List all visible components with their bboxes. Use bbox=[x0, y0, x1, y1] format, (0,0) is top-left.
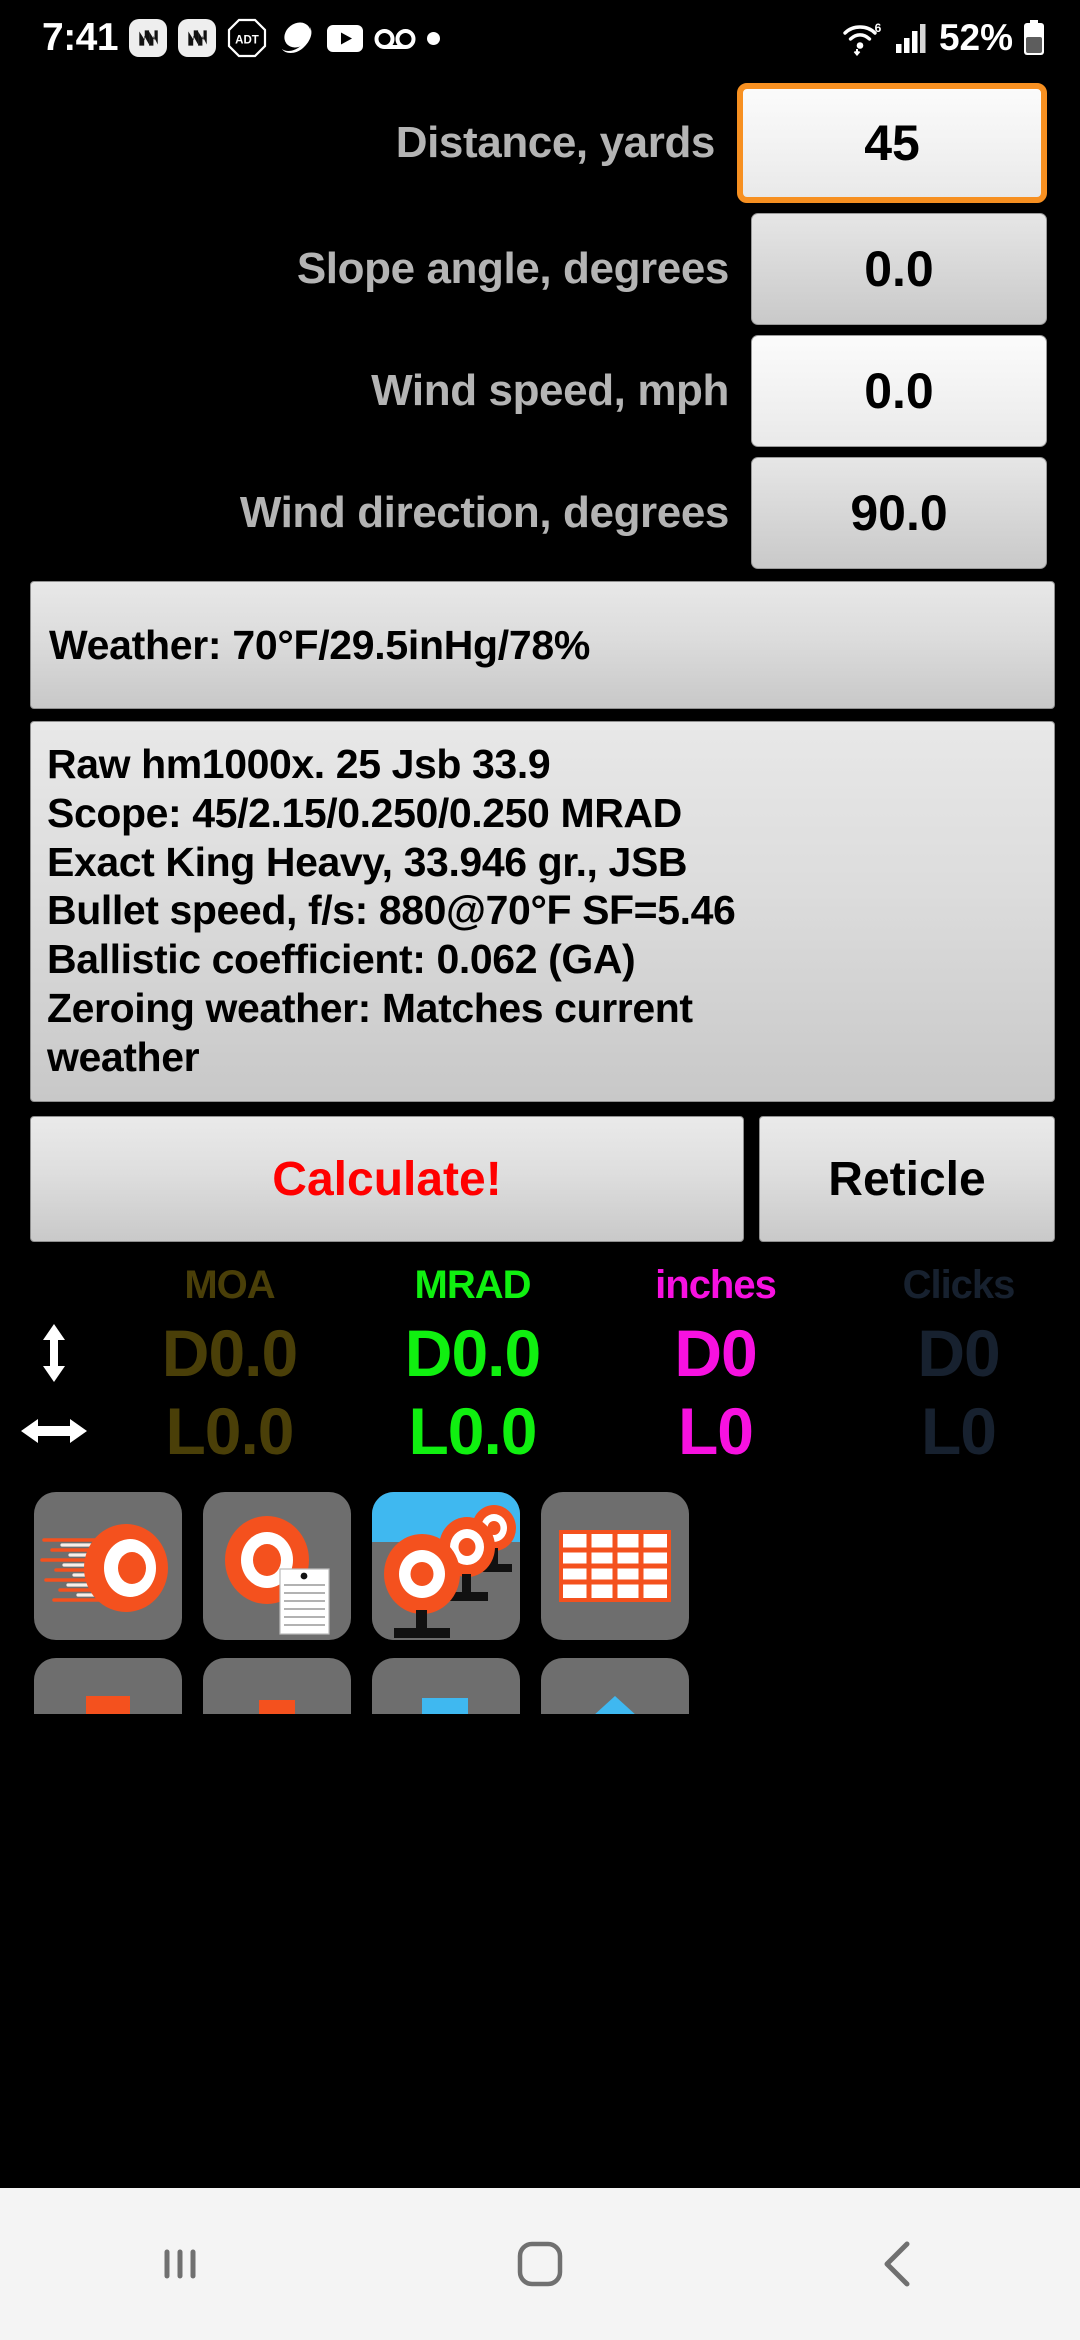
partial-tile-triangle-icon[interactable] bbox=[541, 1658, 689, 1715]
elevation-moa-value: D0.0 bbox=[161, 1316, 298, 1391]
status-bar-right: 6 52% bbox=[841, 17, 1080, 59]
partial-tile-blue-icon[interactable] bbox=[372, 1658, 520, 1715]
status-clock: 7:41 bbox=[42, 16, 119, 59]
speed-target-icon[interactable] bbox=[34, 1492, 182, 1641]
info-line: weather bbox=[47, 1033, 200, 1080]
input-label-wind-direction: Wind direction, degrees bbox=[239, 488, 730, 537]
input-row-distance: Distance, yards 45 bbox=[0, 83, 1080, 203]
info-line: Zeroing weather: Matches current bbox=[47, 984, 693, 1031]
dot-icon bbox=[427, 31, 441, 45]
results-row-elevation: D0.0 D0.0 D0 D0 bbox=[0, 1314, 1080, 1392]
table-grid-icon[interactable] bbox=[541, 1492, 689, 1641]
action-button-row: Calculate! Reticle bbox=[30, 1116, 1055, 1243]
battery-icon bbox=[1022, 20, 1046, 56]
elevation-inches-value: D0 bbox=[674, 1316, 757, 1391]
results-header-row: MOA MRAD inches Clicks bbox=[0, 1256, 1080, 1314]
phone-screen: 7:41 ADT 6 52% Distance, yards 45 Slope … bbox=[0, 0, 1080, 2340]
input-label-wind-speed: Wind speed, mph bbox=[371, 366, 729, 415]
wifi-6-icon: 6 bbox=[841, 20, 885, 56]
info-line: Ballistic coefficient: 0.062 (GA) bbox=[47, 936, 636, 983]
wind-direction-input[interactable]: 90.0 bbox=[751, 457, 1047, 569]
ballistics-app-content: Distance, yards 45 Slope angle, degrees … bbox=[0, 76, 1080, 2188]
cellular-signal-icon bbox=[894, 22, 930, 54]
voicemail-icon bbox=[374, 26, 416, 50]
recents-button[interactable] bbox=[80, 2188, 280, 2340]
results-row-windage: L0.0 L0.0 L0 L0 bbox=[0, 1392, 1080, 1470]
svg-text:ADT: ADT bbox=[235, 35, 259, 47]
windage-clicks-value: L0 bbox=[920, 1394, 997, 1469]
youtube-icon bbox=[327, 24, 364, 52]
ballistic-info-panel[interactable]: Raw hm1000x. 25 Jsb 33.9 Scope: 45/2.15/… bbox=[30, 721, 1055, 1103]
info-line: Exact King Heavy, 33.946 gr., JSB bbox=[47, 838, 688, 885]
home-button[interactable] bbox=[440, 2188, 640, 2340]
samsung-internet-icon bbox=[278, 19, 316, 57]
news-app-icon bbox=[178, 19, 217, 57]
results-table: MOA MRAD inches Clicks D0.0 D0.0 D0 D0 L… bbox=[0, 1256, 1080, 1470]
partial-tile-orange-icon[interactable] bbox=[34, 1658, 182, 1715]
input-row-wind-speed: Wind speed, mph 0.0 bbox=[0, 335, 1080, 447]
app-icon-row bbox=[34, 1492, 1054, 1641]
results-header-mrad: MRAD bbox=[414, 1262, 532, 1307]
vertical-arrow-icon bbox=[0, 1322, 108, 1384]
slope-angle-input[interactable]: 0.0 bbox=[751, 213, 1047, 325]
results-header-moa: MOA bbox=[184, 1262, 275, 1307]
target-notes-icon[interactable] bbox=[203, 1492, 351, 1641]
input-row-slope-angle: Slope angle, degrees 0.0 bbox=[0, 213, 1080, 325]
horizontal-arrow-icon bbox=[0, 1414, 108, 1448]
input-row-wind-direction: Wind direction, degrees 90.0 bbox=[0, 457, 1080, 569]
status-bar: 7:41 ADT 6 52% bbox=[0, 0, 1080, 76]
elevation-mrad-value: D0.0 bbox=[404, 1316, 541, 1391]
adt-security-icon: ADT bbox=[227, 18, 267, 58]
weather-bar[interactable]: Weather: 70°F/29.5inHg/78% bbox=[30, 581, 1055, 709]
info-line: Scope: 45/2.15/0.250/0.250 MRAD bbox=[47, 789, 682, 836]
results-header-clicks: Clicks bbox=[902, 1262, 1016, 1307]
news-app-icon bbox=[129, 19, 168, 57]
input-label-slope-angle: Slope angle, degrees bbox=[296, 244, 730, 293]
app-icon-row-partial bbox=[34, 1658, 1054, 1715]
info-line: Raw hm1000x. 25 Jsb 33.9 bbox=[47, 741, 551, 787]
wifi-generation-label: 6 bbox=[875, 21, 882, 35]
back-button[interactable] bbox=[800, 2188, 1000, 2340]
info-line: Bullet speed, f/s: 880@70°F SF=5.46 bbox=[47, 887, 736, 934]
distance-input[interactable]: 45 bbox=[737, 83, 1047, 203]
partial-tile-orange-2-icon[interactable] bbox=[203, 1658, 351, 1715]
android-nav-bar bbox=[0, 2188, 1080, 2340]
results-header-inches: inches bbox=[655, 1262, 777, 1307]
input-label-distance: Distance, yards bbox=[395, 118, 716, 167]
reticle-button[interactable]: Reticle bbox=[759, 1116, 1055, 1243]
wind-speed-input[interactable]: 0.0 bbox=[751, 335, 1047, 447]
windage-moa-value: L0.0 bbox=[165, 1394, 294, 1469]
elevation-clicks-value: D0 bbox=[917, 1316, 1000, 1391]
windage-mrad-value: L0.0 bbox=[408, 1394, 537, 1469]
calculate-button[interactable]: Calculate! bbox=[30, 1116, 744, 1243]
status-bar-left: 7:41 ADT bbox=[0, 16, 441, 60]
battery-percent-label: 52% bbox=[938, 17, 1013, 58]
windage-inches-value: L0 bbox=[677, 1394, 754, 1469]
multi-target-outdoor-icon[interactable] bbox=[372, 1492, 520, 1641]
